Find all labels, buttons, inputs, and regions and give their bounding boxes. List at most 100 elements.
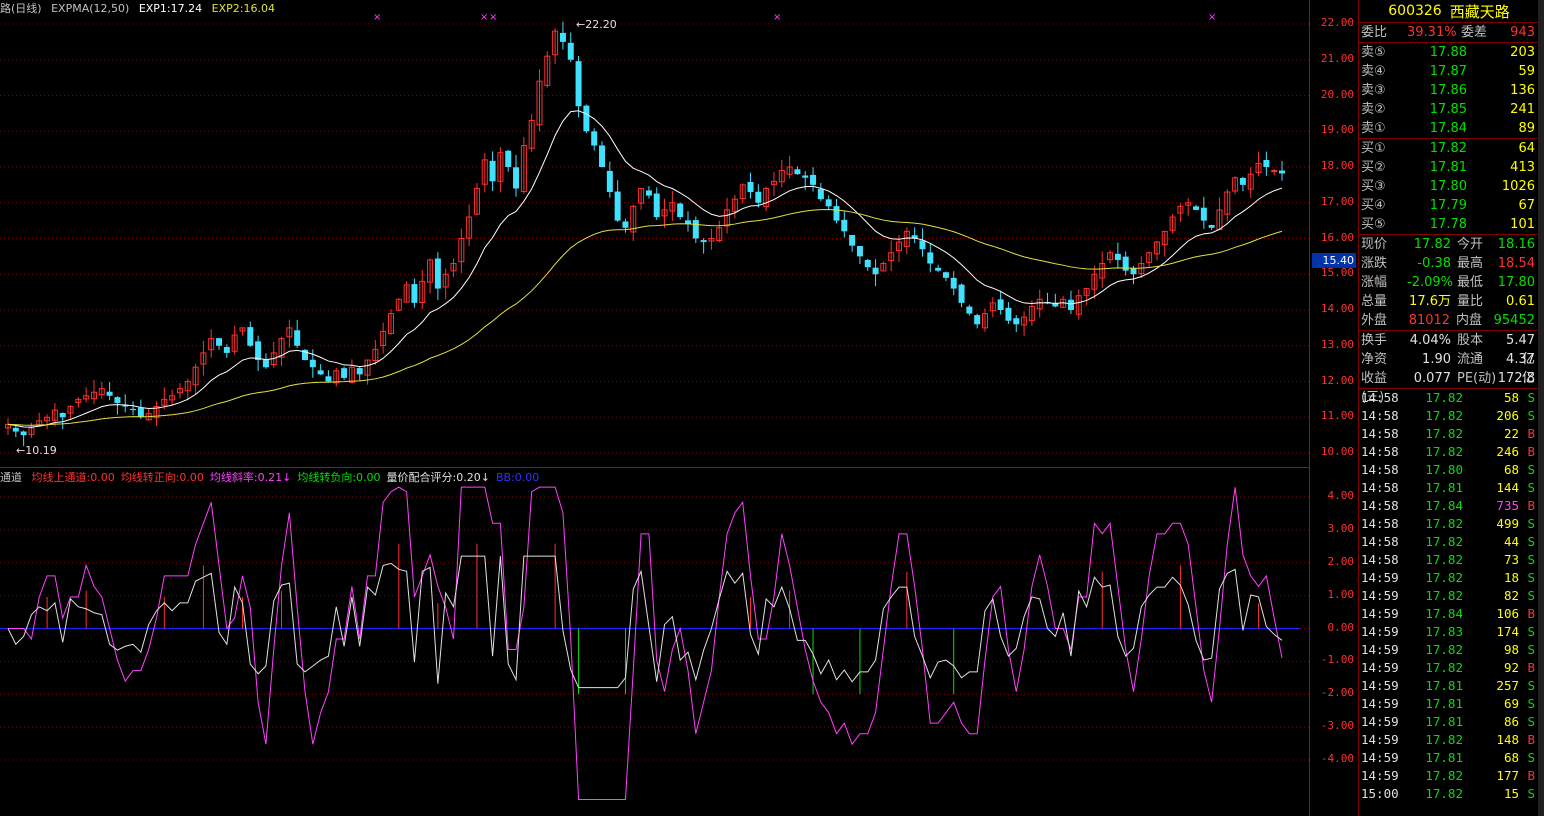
indicator-legend-item: 均线转正向:0.00 bbox=[120, 471, 204, 484]
order-level-label: 卖⑤ bbox=[1361, 45, 1386, 60]
candle-body bbox=[810, 174, 817, 185]
tick-price: 17.82 bbox=[1425, 570, 1463, 585]
candlestick-chart[interactable]: ←22.20←10.19× × × × × bbox=[0, 0, 1310, 816]
tick-time: 14:58 bbox=[1361, 516, 1399, 531]
tick-price: 17.82 bbox=[1425, 552, 1463, 567]
order-price: 17.82 bbox=[1429, 141, 1467, 156]
indicator-tick-label: -3.00 bbox=[1320, 719, 1354, 733]
stat-label: 量比 bbox=[1457, 294, 1484, 309]
stat-row: 涨幅 -2.09% 最低 17.80 bbox=[1359, 273, 1539, 292]
sell-orders: 卖⑤ 17.88 203 卖④ 17.87 59 卖③ 17.86 136 卖② 17.85 241 卖… bbox=[1359, 42, 1539, 138]
order-volume: 101 bbox=[1510, 217, 1535, 232]
stat-label: 外盘 bbox=[1361, 313, 1388, 328]
stat-pair: 收益(三) 0.077 PE(动) 172.8 bbox=[1359, 369, 1539, 405]
stat-row: 现价 17.82 今开 18.16 bbox=[1359, 235, 1539, 254]
candle-body bbox=[849, 234, 856, 246]
tick-volume: 246 bbox=[1496, 444, 1519, 459]
stat-value: -0.38 bbox=[1417, 256, 1451, 271]
stat-pair: 总量 17.6万 量比 0.61 bbox=[1359, 292, 1539, 311]
tick-row: 14:59 17.81 86 S bbox=[1359, 713, 1539, 731]
tick-time: 14:59 bbox=[1361, 588, 1399, 603]
candle-body bbox=[645, 190, 652, 196]
stat-value: 172.8 bbox=[1497, 371, 1535, 386]
stat-pair: 现价 17.82 今开 18.16 bbox=[1359, 235, 1539, 254]
price-tick-label: 17.00 bbox=[1320, 194, 1354, 208]
tick-volume: 82 bbox=[1503, 588, 1519, 603]
signal-marker: × bbox=[489, 12, 497, 23]
tick-price: 17.82 bbox=[1425, 534, 1463, 549]
order-volume: 1026 bbox=[1501, 179, 1535, 194]
tick-price: 17.82 bbox=[1425, 642, 1463, 657]
tick-price: 17.81 bbox=[1425, 696, 1463, 711]
current-price-marker: 15.40 bbox=[1312, 252, 1356, 268]
quote-panel: 600326 西藏天路 委比 39.31% 委差 943 卖⑤ 17.88 203 卖… bbox=[1358, 0, 1539, 816]
stat-label: 流通 bbox=[1457, 352, 1484, 367]
candle-body bbox=[1200, 207, 1207, 221]
candle-body bbox=[1193, 206, 1200, 210]
tick-price: 17.81 bbox=[1425, 678, 1463, 693]
tick-volume: 15 bbox=[1503, 786, 1519, 801]
tick-volume: 44 bbox=[1503, 534, 1519, 549]
signal-marker: × bbox=[773, 12, 781, 23]
stat-row: 涨跌 -0.38 最高 18.54 bbox=[1359, 254, 1539, 273]
tick-list[interactable]: 14:58 17.82 58 S 14:58 17.82 206 S 14:58 17.82 22 B… bbox=[1359, 388, 1539, 803]
tick-price: 17.82 bbox=[1425, 660, 1463, 675]
tick-price: 17.82 bbox=[1425, 516, 1463, 531]
candle-body bbox=[247, 327, 254, 346]
tick-direction: S bbox=[1527, 408, 1535, 423]
order-volume: 413 bbox=[1510, 160, 1535, 175]
tick-row: 14:58 17.82 246 B bbox=[1359, 443, 1539, 461]
tick-direction: S bbox=[1527, 390, 1535, 405]
tick-row: 14:58 17.80 68 S bbox=[1359, 461, 1539, 479]
side-scrollbar[interactable] bbox=[1538, 0, 1544, 816]
candle-body bbox=[974, 315, 981, 325]
stock-name: 西藏天路 bbox=[1449, 2, 1510, 21]
tick-volume: 92 bbox=[1503, 660, 1519, 675]
order-volume: 89 bbox=[1518, 121, 1535, 136]
stat-pair: 换手 4.04% 股本 5.47亿 bbox=[1359, 331, 1539, 367]
tick-direction: B bbox=[1527, 444, 1535, 459]
tick-time: 14:59 bbox=[1361, 768, 1399, 783]
stat-value: 17.82 bbox=[1413, 237, 1451, 252]
candle-body bbox=[700, 240, 707, 243]
candle-body bbox=[575, 61, 582, 107]
stat-row: 收益(三) 0.077 PE(动) 172.8 bbox=[1359, 369, 1539, 405]
stat-value: 5.47亿 bbox=[1506, 333, 1535, 367]
stat-value: 17.80 bbox=[1497, 275, 1535, 290]
price-tick-label: 11.00 bbox=[1320, 409, 1354, 423]
candle-body bbox=[997, 299, 1004, 310]
indicator-tick-label: 2.00 bbox=[1327, 554, 1355, 568]
order-price: 17.87 bbox=[1429, 64, 1467, 79]
order-level-label: 买④ bbox=[1361, 198, 1386, 213]
tick-row: 14:58 17.82 58 S bbox=[1359, 389, 1539, 407]
tick-row: 14:59 17.82 98 S bbox=[1359, 641, 1539, 659]
tick-direction: S bbox=[1527, 570, 1535, 585]
tick-row: 14:59 17.81 69 S bbox=[1359, 695, 1539, 713]
stat-value: 17.6万 bbox=[1409, 294, 1451, 309]
candle-body bbox=[817, 188, 824, 200]
slope-line bbox=[8, 486, 1283, 800]
tick-direction: S bbox=[1527, 642, 1535, 657]
tick-volume: 148 bbox=[1496, 732, 1519, 747]
tick-row: 14:58 17.84 735 B bbox=[1359, 497, 1539, 515]
price-tick-label: 15.00 bbox=[1320, 266, 1354, 280]
tick-volume: 18 bbox=[1503, 570, 1519, 585]
order-level-label: 买③ bbox=[1361, 179, 1386, 194]
stat-row: 总量 17.6万 量比 0.61 bbox=[1359, 292, 1539, 311]
indicator-legend-item: 量价配合评分:0.20↓ bbox=[386, 471, 490, 484]
candle-body bbox=[825, 199, 832, 207]
sell-order-row: 卖④ 17.87 59 bbox=[1359, 62, 1539, 81]
indicator-name: EXPMA(12,50) bbox=[51, 2, 130, 15]
low-price-annotation: ←10.19 bbox=[16, 444, 57, 457]
candle-body bbox=[20, 431, 27, 436]
stat-label: 内盘 bbox=[1456, 313, 1483, 328]
fundamental-stats: 换手 4.04% 股本 5.47亿 净资 1.90 流通 4.37亿 收益(三) 0.077 PE(… bbox=[1359, 330, 1539, 405]
tick-row: 14:59 17.82 148 B bbox=[1359, 731, 1539, 749]
tick-direction: S bbox=[1527, 480, 1535, 495]
buy-order-row: 买② 17.81 413 bbox=[1359, 158, 1539, 177]
tick-price: 17.81 bbox=[1425, 480, 1463, 495]
price-tick-label: 12.00 bbox=[1320, 373, 1354, 387]
indicator-legend-item: 均线转负向:0.00 bbox=[297, 471, 381, 484]
stat-label: 最高 bbox=[1457, 256, 1484, 271]
candle-body bbox=[1239, 177, 1246, 185]
